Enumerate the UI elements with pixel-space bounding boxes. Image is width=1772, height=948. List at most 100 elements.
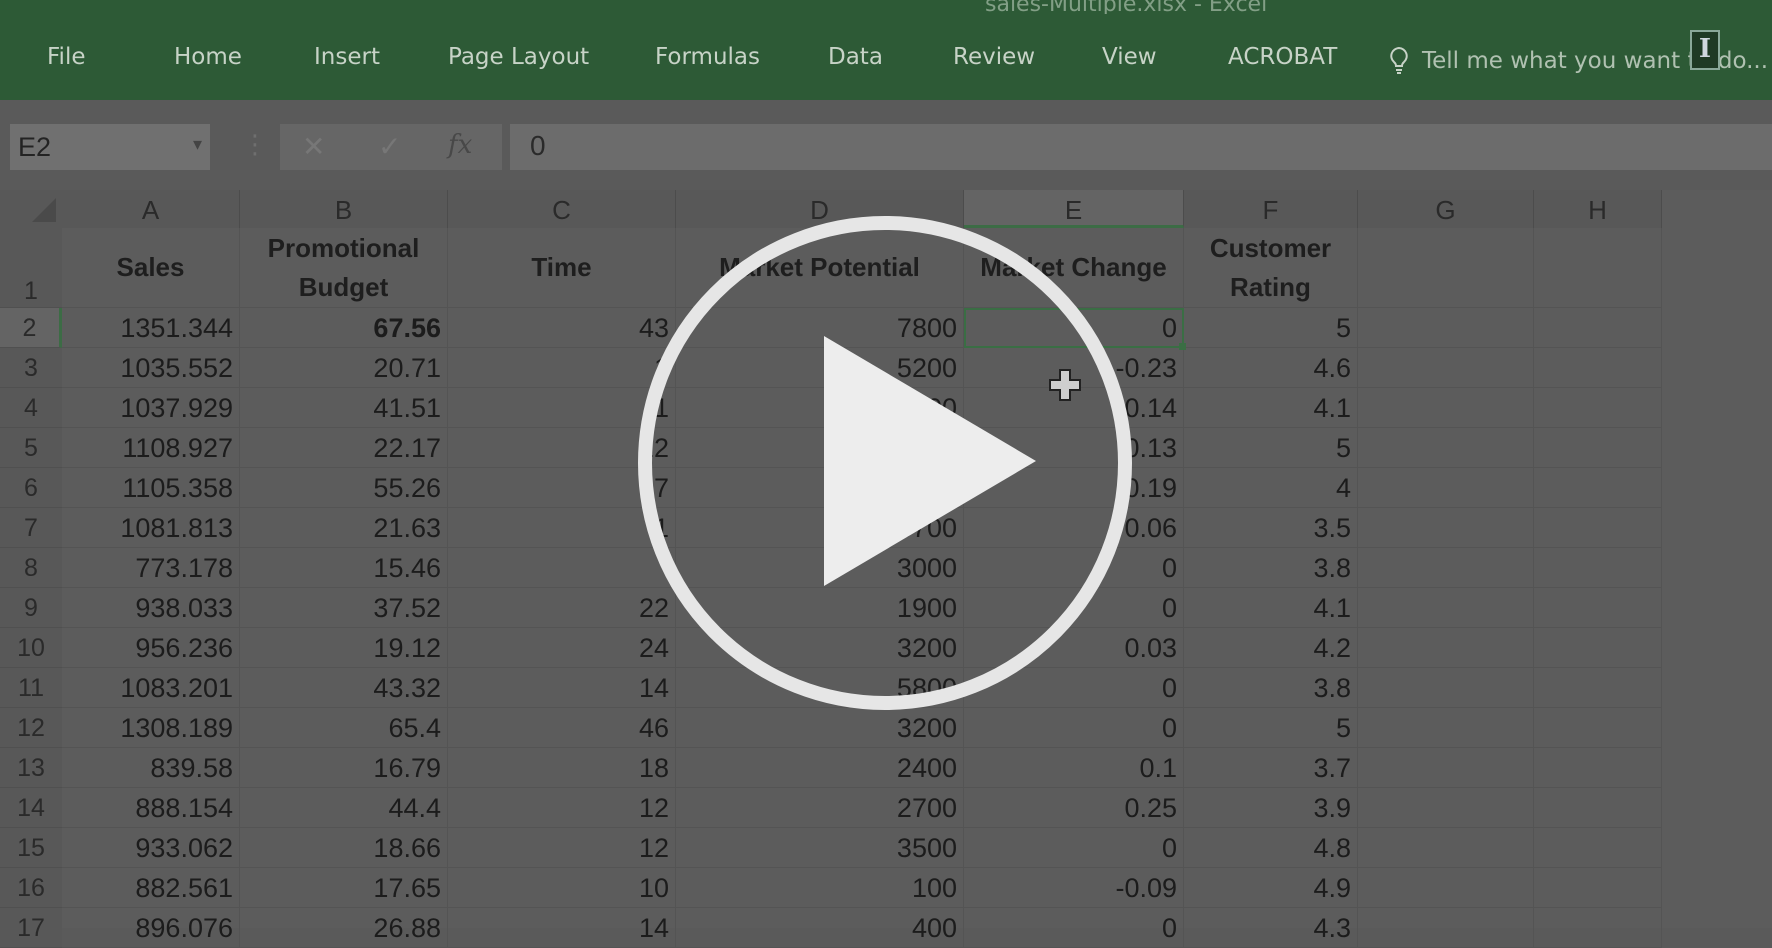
column-header-g[interactable]: G bbox=[1358, 190, 1534, 228]
cell-a4[interactable]: 1037.929 bbox=[62, 388, 240, 428]
cell-h9[interactable] bbox=[1534, 588, 1662, 628]
cell-a13[interactable]: 839.58 bbox=[62, 748, 240, 788]
cell-h4[interactable] bbox=[1534, 388, 1662, 428]
cancel-icon[interactable]: ✕ bbox=[302, 130, 325, 163]
cell-e15[interactable]: 0 bbox=[964, 828, 1184, 868]
cell-b11[interactable]: 43.32 bbox=[240, 668, 448, 708]
cell-a10[interactable]: 956.236 bbox=[62, 628, 240, 668]
row-header-8[interactable]: 8 bbox=[0, 548, 62, 588]
cell-h8[interactable] bbox=[1534, 548, 1662, 588]
cell-c15[interactable]: 12 bbox=[448, 828, 676, 868]
cell-f5[interactable]: 5 bbox=[1184, 428, 1358, 468]
row-header-7[interactable]: 7 bbox=[0, 508, 62, 548]
cell-b15[interactable]: 18.66 bbox=[240, 828, 448, 868]
cell-a15[interactable]: 933.062 bbox=[62, 828, 240, 868]
cell-b16[interactable]: 17.65 bbox=[240, 868, 448, 908]
cell-c13[interactable]: 18 bbox=[448, 748, 676, 788]
cell-d13[interactable]: 2400 bbox=[676, 748, 964, 788]
tab-formulas[interactable]: Formulas bbox=[655, 44, 760, 70]
cell-h10[interactable] bbox=[1534, 628, 1662, 668]
cell-b3[interactable]: 20.71 bbox=[240, 348, 448, 388]
row-header-10[interactable]: 10 bbox=[0, 628, 62, 668]
row-header-1[interactable]: 1 bbox=[0, 228, 62, 308]
tab-view[interactable]: View bbox=[1102, 44, 1157, 70]
tab-data[interactable]: Data bbox=[828, 44, 883, 70]
cell-g2[interactable] bbox=[1358, 308, 1534, 348]
cell-f3[interactable]: 4.6 bbox=[1184, 348, 1358, 388]
cell-b8[interactable]: 15.46 bbox=[240, 548, 448, 588]
tab-acrobat[interactable]: ACROBAT bbox=[1228, 44, 1337, 70]
cell-e13[interactable]: 0.1 bbox=[964, 748, 1184, 788]
tab-insert[interactable]: Insert bbox=[314, 44, 380, 70]
cell-h15[interactable] bbox=[1534, 828, 1662, 868]
cell-a17[interactable]: 896.076 bbox=[62, 908, 240, 948]
tab-file[interactable]: File bbox=[47, 44, 86, 70]
enter-icon[interactable]: ✓ bbox=[378, 130, 401, 163]
cell-d14[interactable]: 2700 bbox=[676, 788, 964, 828]
cell-g12[interactable] bbox=[1358, 708, 1534, 748]
cell-f8[interactable]: 3.8 bbox=[1184, 548, 1358, 588]
column-header-a[interactable]: A bbox=[62, 190, 240, 228]
cell-b13[interactable]: 16.79 bbox=[240, 748, 448, 788]
play-icon[interactable] bbox=[636, 214, 1134, 712]
cell-b14[interactable]: 44.4 bbox=[240, 788, 448, 828]
cell-a9[interactable]: 938.033 bbox=[62, 588, 240, 628]
cell-a6[interactable]: 1105.358 bbox=[62, 468, 240, 508]
cell-f11[interactable]: 3.8 bbox=[1184, 668, 1358, 708]
cell-b5[interactable]: 22.17 bbox=[240, 428, 448, 468]
cell-h11[interactable] bbox=[1534, 668, 1662, 708]
cell-g1[interactable] bbox=[1358, 228, 1534, 308]
cell-f15[interactable]: 4.8 bbox=[1184, 828, 1358, 868]
row-header-11[interactable]: 11 bbox=[0, 668, 62, 708]
cell-b7[interactable]: 21.63 bbox=[240, 508, 448, 548]
cell-h12[interactable] bbox=[1534, 708, 1662, 748]
cell-d12[interactable]: 3200 bbox=[676, 708, 964, 748]
cell-a7[interactable]: 1081.813 bbox=[62, 508, 240, 548]
row-header-9[interactable]: 9 bbox=[0, 588, 62, 628]
cell-e14[interactable]: 0.25 bbox=[964, 788, 1184, 828]
cell-g11[interactable] bbox=[1358, 668, 1534, 708]
cell-a8[interactable]: 773.178 bbox=[62, 548, 240, 588]
tab-review[interactable]: Review bbox=[953, 44, 1035, 70]
cell-b10[interactable]: 19.12 bbox=[240, 628, 448, 668]
cell-b1[interactable]: Promotional Budget bbox=[240, 228, 448, 308]
cell-b9[interactable]: 37.52 bbox=[240, 588, 448, 628]
cell-h17[interactable] bbox=[1534, 908, 1662, 948]
cell-e12[interactable]: 0 bbox=[964, 708, 1184, 748]
cell-b17[interactable]: 26.88 bbox=[240, 908, 448, 948]
column-header-f[interactable]: F bbox=[1184, 190, 1358, 228]
cell-c16[interactable]: 10 bbox=[448, 868, 676, 908]
row-header-16[interactable]: 16 bbox=[0, 868, 62, 908]
cell-g16[interactable] bbox=[1358, 868, 1534, 908]
cell-h2[interactable] bbox=[1534, 308, 1662, 348]
cell-g5[interactable] bbox=[1358, 428, 1534, 468]
cell-d17[interactable]: 400 bbox=[676, 908, 964, 948]
cell-h6[interactable] bbox=[1534, 468, 1662, 508]
cell-f1[interactable]: Customer Rating bbox=[1184, 228, 1358, 308]
cell-f2[interactable]: 5 bbox=[1184, 308, 1358, 348]
cell-e16[interactable]: -0.09 bbox=[964, 868, 1184, 908]
cell-a12[interactable]: 1308.189 bbox=[62, 708, 240, 748]
cell-g3[interactable] bbox=[1358, 348, 1534, 388]
tab-home[interactable]: Home bbox=[174, 44, 242, 70]
cell-f14[interactable]: 3.9 bbox=[1184, 788, 1358, 828]
cell-g7[interactable] bbox=[1358, 508, 1534, 548]
formula-input[interactable]: 0 bbox=[510, 124, 1772, 170]
chevron-down-icon[interactable]: ▾ bbox=[193, 134, 202, 155]
cell-f10[interactable]: 4.2 bbox=[1184, 628, 1358, 668]
row-header-12[interactable]: 12 bbox=[0, 708, 62, 748]
row-header-3[interactable]: 3 bbox=[0, 348, 62, 388]
cell-a16[interactable]: 882.561 bbox=[62, 868, 240, 908]
cell-b4[interactable]: 41.51 bbox=[240, 388, 448, 428]
cell-b12[interactable]: 65.4 bbox=[240, 708, 448, 748]
row-header-17[interactable]: 17 bbox=[0, 908, 62, 948]
cell-b6[interactable]: 55.26 bbox=[240, 468, 448, 508]
row-header-5[interactable]: 5 bbox=[0, 428, 62, 468]
cell-h3[interactable] bbox=[1534, 348, 1662, 388]
cell-f6[interactable]: 4 bbox=[1184, 468, 1358, 508]
tab-page-layout[interactable]: Page Layout bbox=[448, 44, 589, 70]
cell-f9[interactable]: 4.1 bbox=[1184, 588, 1358, 628]
cell-f7[interactable]: 3.5 bbox=[1184, 508, 1358, 548]
cell-g17[interactable] bbox=[1358, 908, 1534, 948]
cell-d16[interactable]: 100 bbox=[676, 868, 964, 908]
